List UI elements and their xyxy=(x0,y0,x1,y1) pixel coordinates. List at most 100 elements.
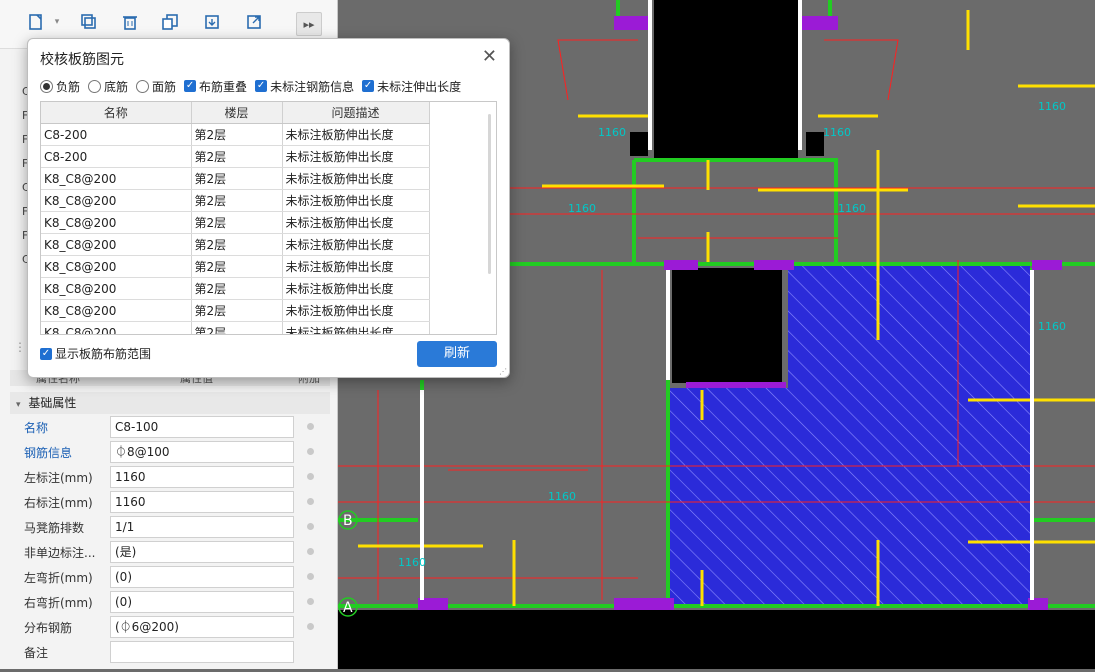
column-header[interactable]: 问题描述 xyxy=(282,102,430,124)
property-value-field[interactable]: (是) xyxy=(110,541,294,563)
import-icon[interactable] xyxy=(198,8,226,36)
property-dot-icon xyxy=(307,448,314,455)
property-value-field[interactable]: 1/1 xyxy=(110,516,294,538)
show-range-label: 显示板筋布筋范围 xyxy=(55,347,152,361)
property-value-field[interactable]: ⏀8@100 xyxy=(110,441,294,463)
property-value-field[interactable]: 1160 xyxy=(110,491,294,513)
duplicate-icon[interactable] xyxy=(156,8,184,36)
table-row[interactable]: K8_C8@200 第2层 未标注板筋伸出长度 xyxy=(41,321,430,334)
checkbox-label: 未标注钢筋信息 xyxy=(270,79,355,94)
property-row[interactable]: 备注 xyxy=(10,640,330,665)
table-scrollbar[interactable] xyxy=(488,114,491,274)
table-cell: 第2层 xyxy=(191,211,283,234)
dim-label: 1160 xyxy=(598,126,626,139)
refresh-button[interactable]: 刷新 xyxy=(417,341,497,367)
checkbox-checked-icon[interactable]: ✓ xyxy=(362,80,375,92)
close-icon[interactable]: ✕ xyxy=(482,46,497,67)
collapse-icon[interactable]: ▾ xyxy=(16,400,21,410)
radio-empty-icon[interactable] xyxy=(136,79,150,93)
check-filter-option[interactable]: ✓ 布筋重叠 xyxy=(184,78,247,95)
property-label: 分布钢筋 xyxy=(24,621,73,635)
table-cell: 第2层 xyxy=(191,299,283,322)
rebar-type-radio[interactable]: 面筋 xyxy=(136,78,176,95)
check-filter-option[interactable]: ✓ 未标注钢筋信息 xyxy=(255,78,354,95)
table-cell: 未标注板筋伸出长度 xyxy=(282,167,430,190)
property-group-basic[interactable]: ▾ 基础属性 xyxy=(10,392,330,414)
check-slab-rebar-dialog[interactable]: 校核板筋图元 ✕ 负筋 底筋 面筋 ✓ 布筋重叠 ✓ 未标注钢筋信息 ✓ 未标注伸出长度 名称楼… xyxy=(27,38,510,378)
checkbox-checked-icon[interactable]: ✓ xyxy=(184,80,197,92)
show-range-option[interactable]: ✓ 显示板筋布筋范围 xyxy=(40,345,151,362)
table-cell: 未标注板筋伸出长度 xyxy=(282,189,430,212)
table-row[interactable]: K8_C8@200 第2层 未标注板筋伸出长度 xyxy=(41,255,430,278)
property-row[interactable]: 右弯折(mm) (0) xyxy=(10,590,330,615)
table-row[interactable]: C8-200 第2层 未标注板筋伸出长度 xyxy=(41,145,430,168)
table-cell: 第2层 xyxy=(191,145,283,168)
more-tools-button[interactable]: ▸▸ xyxy=(296,12,322,36)
dim-label: 1160 xyxy=(568,202,596,215)
property-row[interactable]: 非单边标注... (是) xyxy=(10,540,330,565)
table-cell: 第2层 xyxy=(191,255,283,278)
property-row[interactable]: 右标注(mm) 1160 xyxy=(10,490,330,515)
property-row[interactable]: 左标注(mm) 1160 xyxy=(10,465,330,490)
check-filter-option[interactable]: ✓ 未标注伸出长度 xyxy=(362,78,461,95)
table-cell: 第2层 xyxy=(191,233,283,256)
property-row[interactable]: 钢筋信息 ⏀8@100 xyxy=(10,440,330,465)
property-group-label: 基础属性 xyxy=(28,396,77,410)
property-dot-icon xyxy=(307,623,314,630)
copy-icon[interactable] xyxy=(75,8,103,36)
property-label: 右弯折(mm) xyxy=(24,596,93,610)
property-row[interactable]: 名称 C8-100 xyxy=(10,415,330,440)
column-header[interactable]: 名称 xyxy=(41,102,192,124)
table-row[interactable]: K8_C8@200 第2层 未标注板筋伸出长度 xyxy=(41,167,430,190)
export-icon[interactable] xyxy=(240,8,268,36)
axis-label-a: A xyxy=(343,600,353,616)
dialog-title: 校核板筋图元 xyxy=(40,52,124,68)
property-value-field[interactable]: (0) xyxy=(110,566,294,588)
property-value-field[interactable] xyxy=(110,641,294,663)
table-row[interactable]: K8_C8@200 第2层 未标注板筋伸出长度 xyxy=(41,233,430,256)
table-cell: K8_C8@200 xyxy=(41,255,192,278)
table-cell: K8_C8@200 xyxy=(41,233,192,256)
property-label: 马凳筋排数 xyxy=(24,521,85,535)
property-value-field[interactable]: (0) xyxy=(110,591,294,613)
column-header[interactable]: 楼层 xyxy=(191,102,283,124)
property-value-field[interactable]: C8-100 xyxy=(110,416,294,438)
axis-label-b: B xyxy=(343,513,353,529)
chevron-down-icon[interactable]: ▾ xyxy=(48,8,66,36)
property-value-field[interactable]: (⏀6@200) xyxy=(110,616,294,638)
radio-selected-icon[interactable] xyxy=(40,79,53,93)
table-cell: 第2层 xyxy=(191,321,283,334)
new-drawing-icon[interactable] xyxy=(22,8,50,36)
dim-label: 1160 xyxy=(838,202,866,215)
table-row[interactable]: K8_C8@200 第2层 未标注板筋伸出长度 xyxy=(41,299,430,322)
delete-icon[interactable] xyxy=(116,8,144,36)
property-dot-icon xyxy=(307,598,314,605)
table-row[interactable]: K8_C8@200 第2层 未标注板筋伸出长度 xyxy=(41,277,430,300)
property-row[interactable]: 马凳筋排数 1/1 xyxy=(10,515,330,540)
table-row[interactable]: C8-200 第2层 未标注板筋伸出长度 xyxy=(41,123,430,146)
property-dot-icon xyxy=(307,523,314,530)
property-row[interactable]: 分布钢筋 (⏀6@200) xyxy=(10,615,330,640)
property-row[interactable]: 左弯折(mm) (0) xyxy=(10,565,330,590)
dim-label: 1160 xyxy=(1038,100,1066,113)
table-cell: 未标注板筋伸出长度 xyxy=(282,123,430,146)
table-row[interactable]: K8_C8@200 第2层 未标注板筋伸出长度 xyxy=(41,211,430,234)
issue-table[interactable]: 名称 楼层 问题描述 C8-200 第2层 未标注板筋伸出长度 C8-200 第2层 未标注板… xyxy=(40,101,497,335)
table-cell: 未标注板筋伸出长度 xyxy=(282,211,430,234)
checkbox-checked-icon[interactable]: ✓ xyxy=(255,80,268,92)
table-cell: K8_C8@200 xyxy=(41,167,192,190)
resize-grip-icon[interactable]: ⋰ xyxy=(499,367,507,376)
property-dot-icon xyxy=(307,548,314,555)
radio-empty-icon[interactable] xyxy=(88,79,102,93)
dim-label: 1160 xyxy=(548,490,576,503)
table-cell: K8_C8@200 xyxy=(41,189,192,212)
rebar-type-radio[interactable]: 负筋 xyxy=(40,78,80,95)
property-value-field[interactable]: 1160 xyxy=(110,466,294,488)
property-label: 左弯折(mm) xyxy=(24,571,93,585)
table-row[interactable]: K8_C8@200 第2层 未标注板筋伸出长度 xyxy=(41,189,430,212)
table-cell: 第2层 xyxy=(191,167,283,190)
checkbox-checked-icon[interactable]: ✓ xyxy=(40,347,52,360)
rebar-type-radio[interactable]: 底筋 xyxy=(88,78,128,95)
table-cell: K8_C8@200 xyxy=(41,321,192,334)
table-cell: 未标注板筋伸出长度 xyxy=(282,299,430,322)
